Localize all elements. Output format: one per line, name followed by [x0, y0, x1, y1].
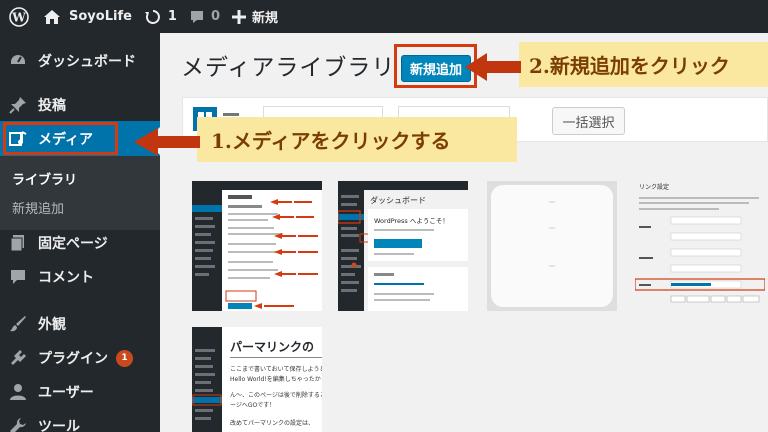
updates-link[interactable]: 1 — [138, 0, 183, 33]
wrench-icon — [8, 416, 28, 432]
new-label: 新規 — [252, 11, 279, 26]
menu-appearance[interactable]: 外観 — [0, 306, 160, 342]
thumbnail-image: ダッシュボード WordPress へようこそ！ — [338, 181, 468, 311]
thumb-permalink-line-5: 改めてパーマリンクの設定は、 — [230, 419, 314, 427]
thumb-dashboard-welcome: WordPress へようこそ！ — [374, 217, 449, 225]
menu-comments[interactable]: コメント — [0, 259, 160, 295]
comment-bubble-icon — [190, 10, 203, 23]
thumb-dashboard-title: ダッシュボード — [370, 195, 426, 205]
thumb-permalink-line-1: ここまで書いておいて保存しようと — [230, 365, 322, 373]
dashboard-icon — [8, 51, 28, 71]
media-item[interactable] — [487, 181, 617, 311]
admin-bar: W SoyoLife 1 0 新規 — [0, 0, 768, 33]
step-1-callout: 1.メディアをクリックする — [197, 117, 517, 162]
step-1-arrow-icon — [134, 128, 200, 156]
menu-pages[interactable]: 固定ページ — [0, 225, 160, 261]
thumb-permalink-line-2: Hello World!を編集しちゃったから — [230, 375, 322, 383]
media-submenu: ライブラリ 新規追加 — [0, 156, 160, 230]
wordpress-logo-icon[interactable]: W — [0, 0, 37, 33]
menu-label-users: ユーザー — [38, 385, 94, 401]
menu-label-pages: 固定ページ — [38, 236, 108, 252]
menu-label-comments: コメント — [38, 270, 94, 286]
menu-label-tools: ツール — [38, 419, 80, 432]
menu-users[interactable]: ユーザー — [0, 374, 160, 410]
menu-plugins[interactable]: プラグイン 1 — [0, 340, 160, 376]
page-title: メディアライブラリ — [181, 55, 396, 81]
thumbnail-image: パーマリンクの ここまで書いておいて保存しようと Hello World!を編集… — [192, 327, 322, 432]
menu-label-appearance: 外観 — [38, 317, 66, 333]
menu-label-posts: 投稿 — [38, 98, 66, 114]
thumbnail-image — [487, 181, 617, 311]
comments-count: 0 — [210, 9, 221, 24]
thumb-permalink-line-3: ん〜、このページは後で削除するこ — [230, 391, 322, 399]
thumbnail-image — [192, 181, 322, 311]
media-item[interactable]: ダッシュボード WordPress へようこそ！ — [338, 181, 468, 311]
comments-link[interactable]: 0 — [183, 0, 226, 33]
step-2-callout: 2.新規追加をクリック — [519, 42, 768, 87]
menu-label-dashboard: ダッシュボード — [38, 54, 136, 70]
media-item[interactable]: パーマリンクの ここまで書いておいて保存しようと Hello World!を編集… — [192, 327, 322, 432]
thumbnail-image: リンク設定 — [635, 181, 765, 311]
menu-tools[interactable]: ツール — [0, 408, 160, 432]
site-name: SoyoLife — [69, 9, 132, 24]
menu-posts[interactable]: 投稿 — [0, 87, 160, 123]
thumb-link-settings-title: リンク設定 — [639, 183, 669, 191]
bulk-select-button[interactable]: 一括選択 — [552, 107, 625, 135]
updates-count: 1 — [167, 9, 177, 24]
user-icon — [8, 382, 28, 402]
media-highlight-box — [3, 122, 118, 155]
media-item[interactable] — [192, 181, 322, 311]
menu-dashboard[interactable]: ダッシュボード — [0, 43, 160, 79]
thumb-permalink-line-4: ージへGOです！ — [230, 402, 275, 409]
site-name-link[interactable]: SoyoLife — [37, 0, 138, 33]
step-2-arrow-icon — [465, 53, 521, 81]
thumb-permalink-heading: パーマリンクの — [230, 340, 314, 354]
plugin-icon — [8, 348, 28, 368]
page-icon — [8, 233, 28, 253]
submenu-add-new[interactable]: 新規追加 — [12, 198, 64, 217]
brush-icon — [8, 314, 28, 334]
plugin-update-badge: 1 — [116, 349, 133, 367]
refresh-icon — [144, 9, 160, 24]
new-content-link[interactable]: 新規 — [226, 0, 284, 33]
media-item[interactable]: リンク設定 — [635, 181, 765, 311]
admin-sidebar: ダッシュボード 投稿 メディア ライブラリ 新規追加 固定ページ コメント 外観 — [0, 33, 160, 432]
svg-text:W: W — [11, 10, 26, 24]
comment-icon — [8, 267, 28, 287]
home-icon — [44, 9, 60, 24]
plus-icon — [232, 9, 247, 24]
pin-icon — [8, 95, 28, 115]
submenu-library[interactable]: ライブラリ — [12, 169, 77, 188]
menu-label-plugins: プラグイン — [38, 351, 108, 367]
main-content: メディアライブラリ 新規追加 一括選択 ダッシュボード WordPress へよ… — [160, 33, 768, 432]
